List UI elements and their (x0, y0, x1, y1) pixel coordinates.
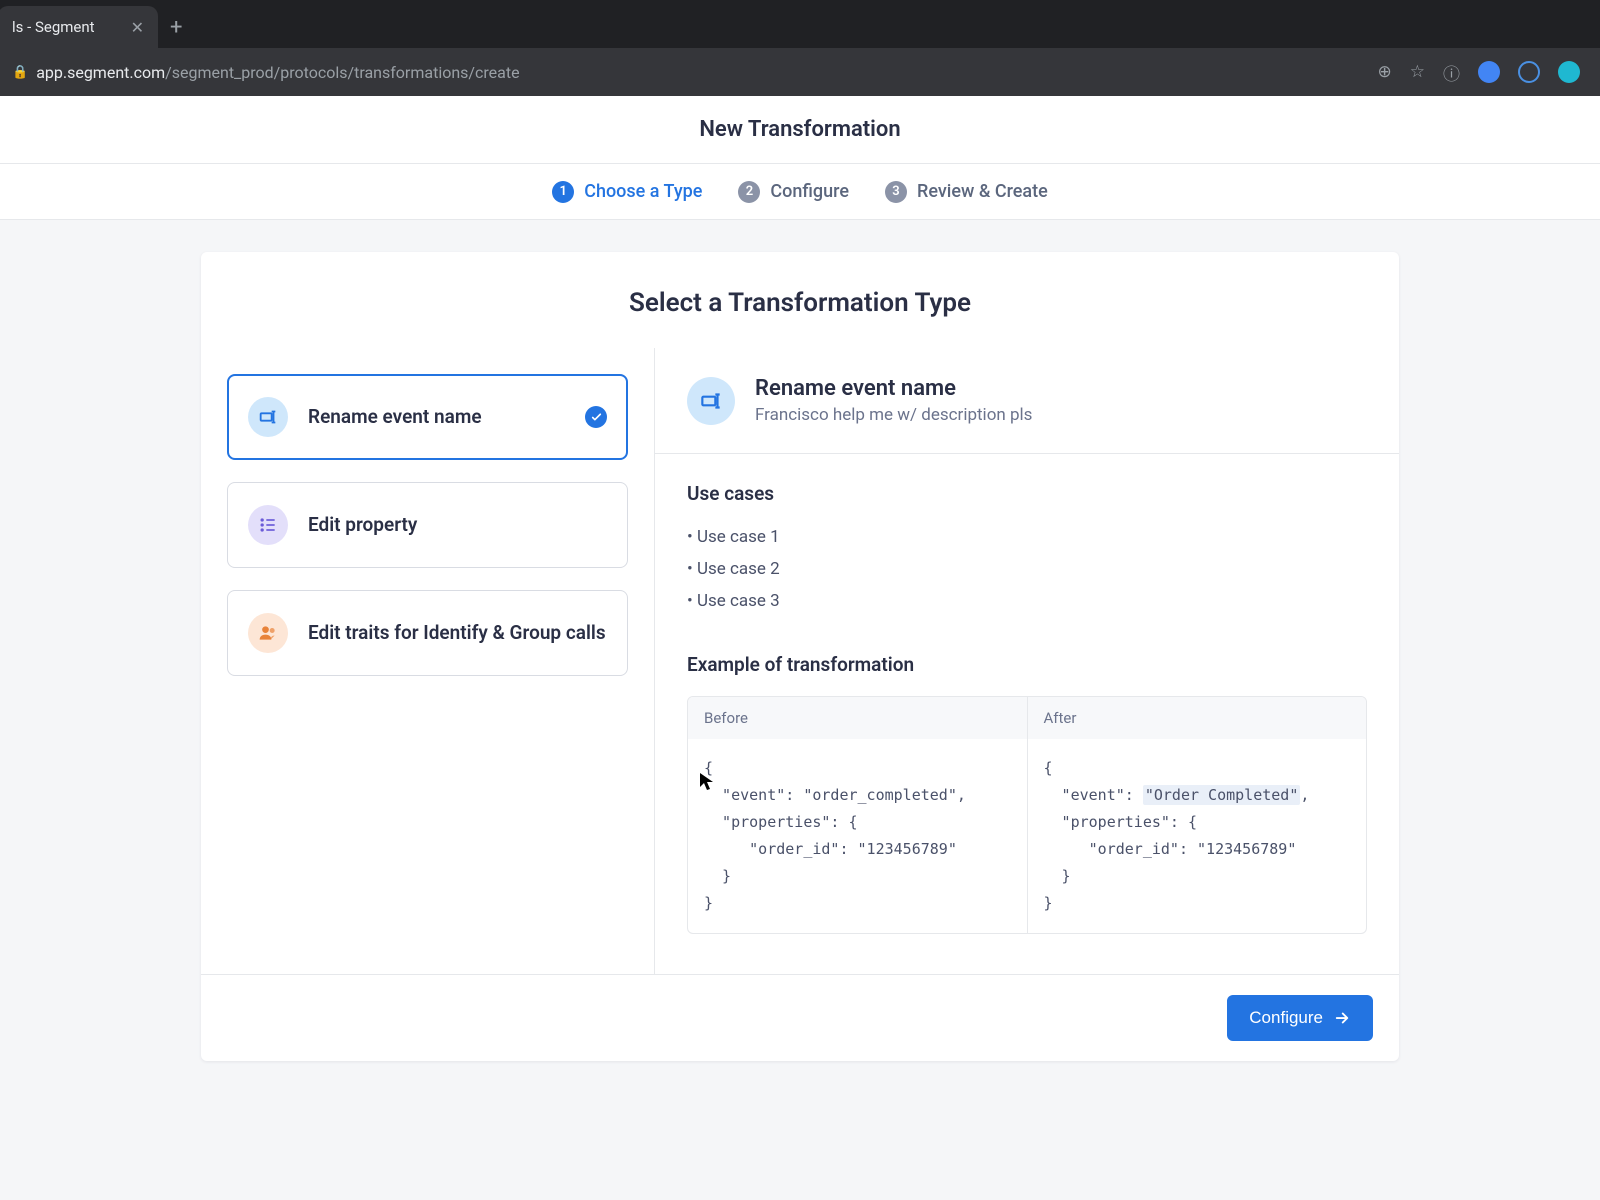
step-number: 2 (738, 181, 760, 203)
url-display[interactable]: app.segment.com/segment_prod/protocols/t… (36, 63, 1369, 82)
example-heading: Example of transformation (687, 653, 1367, 676)
use-cases-list: Use case 1 Use case 2 Use case 3 (687, 521, 1367, 617)
type-detail-panel: Rename event name Francisco help me w/ d… (655, 348, 1399, 974)
zoom-icon[interactable]: ⊕ (1378, 62, 1392, 82)
step-label: Choose a Type (584, 181, 702, 202)
code-before-column: Before { "event": "order_completed", "pr… (688, 697, 1028, 933)
page-title: New Transformation (699, 117, 900, 142)
code-before-label: Before (688, 697, 1027, 739)
code-after-label: After (1028, 697, 1367, 739)
info-icon[interactable]: ⓘ (1443, 60, 1460, 85)
step-review[interactable]: 3 Review & Create (885, 181, 1048, 203)
extension-icon-3[interactable] (1558, 61, 1580, 83)
list-item: Use case 2 (687, 553, 1367, 585)
detail-description: Francisco help me w/ description pls (755, 405, 1032, 425)
code-compare: Before { "event": "order_completed", "pr… (687, 696, 1367, 934)
card-title: Select a Transformation Type (201, 288, 1399, 318)
address-bar: 🔒 app.segment.com/segment_prod/protocols… (0, 48, 1600, 96)
code-after: { "event": "Order Completed", "propertie… (1028, 739, 1367, 933)
people-icon (248, 613, 288, 653)
url-path: /segment_prod/protocols/transformations/… (165, 63, 519, 82)
extension-icon-2[interactable] (1518, 61, 1540, 83)
rename-icon (248, 397, 288, 437)
list-item: Use case 1 (687, 521, 1367, 553)
new-tab-button[interactable]: + (158, 6, 194, 48)
step-number: 1 (552, 181, 574, 203)
transformation-card: Select a Transformation Type Rename even… (201, 252, 1399, 1061)
step-label: Configure (770, 181, 849, 202)
type-options-list: Rename event name Edit property Edit tr (201, 348, 655, 974)
arrow-right-icon (1333, 1009, 1351, 1027)
step-number: 3 (885, 181, 907, 203)
list-icon (248, 505, 288, 545)
extension-icon[interactable] (1478, 61, 1500, 83)
detail-title: Rename event name (755, 376, 1032, 401)
rename-icon (687, 377, 735, 425)
option-label: Edit property (308, 512, 417, 538)
option-label: Rename event name (308, 404, 482, 430)
browser-tab[interactable]: ls - Segment ✕ (0, 6, 158, 48)
selected-check-icon (585, 406, 607, 428)
button-label: Configure (1249, 1008, 1323, 1028)
option-edit-traits[interactable]: Edit traits for Identify & Group calls (227, 590, 628, 676)
option-label: Edit traits for Identify & Group calls (308, 620, 606, 646)
use-cases-heading: Use cases (687, 482, 1367, 505)
step-label: Review & Create (917, 181, 1048, 202)
list-item: Use case 3 (687, 585, 1367, 617)
code-before: { "event": "order_completed", "propertie… (688, 739, 1027, 933)
lock-icon: 🔒 (12, 65, 28, 80)
step-configure[interactable]: 2 Configure (738, 181, 849, 203)
configure-button[interactable]: Configure (1227, 995, 1373, 1041)
option-edit-property[interactable]: Edit property (227, 482, 628, 568)
option-rename-event[interactable]: Rename event name (227, 374, 628, 460)
page-header: New Transformation (0, 96, 1600, 164)
stepper: 1 Choose a Type 2 Configure 3 Review & C… (0, 164, 1600, 220)
url-host: app.segment.com (36, 63, 165, 82)
card-footer: Configure (201, 974, 1399, 1061)
bookmark-icon[interactable]: ☆ (1410, 62, 1425, 82)
step-choose-type[interactable]: 1 Choose a Type (552, 181, 702, 203)
highlighted-diff: "Order Completed" (1143, 785, 1301, 805)
tab-title: ls - Segment (12, 18, 95, 36)
browser-tabs: ls - Segment ✕ + (0, 0, 1600, 48)
close-tab-icon[interactable]: ✕ (131, 18, 144, 37)
code-after-column: After { "event": "Order Completed", "pro… (1028, 697, 1367, 933)
